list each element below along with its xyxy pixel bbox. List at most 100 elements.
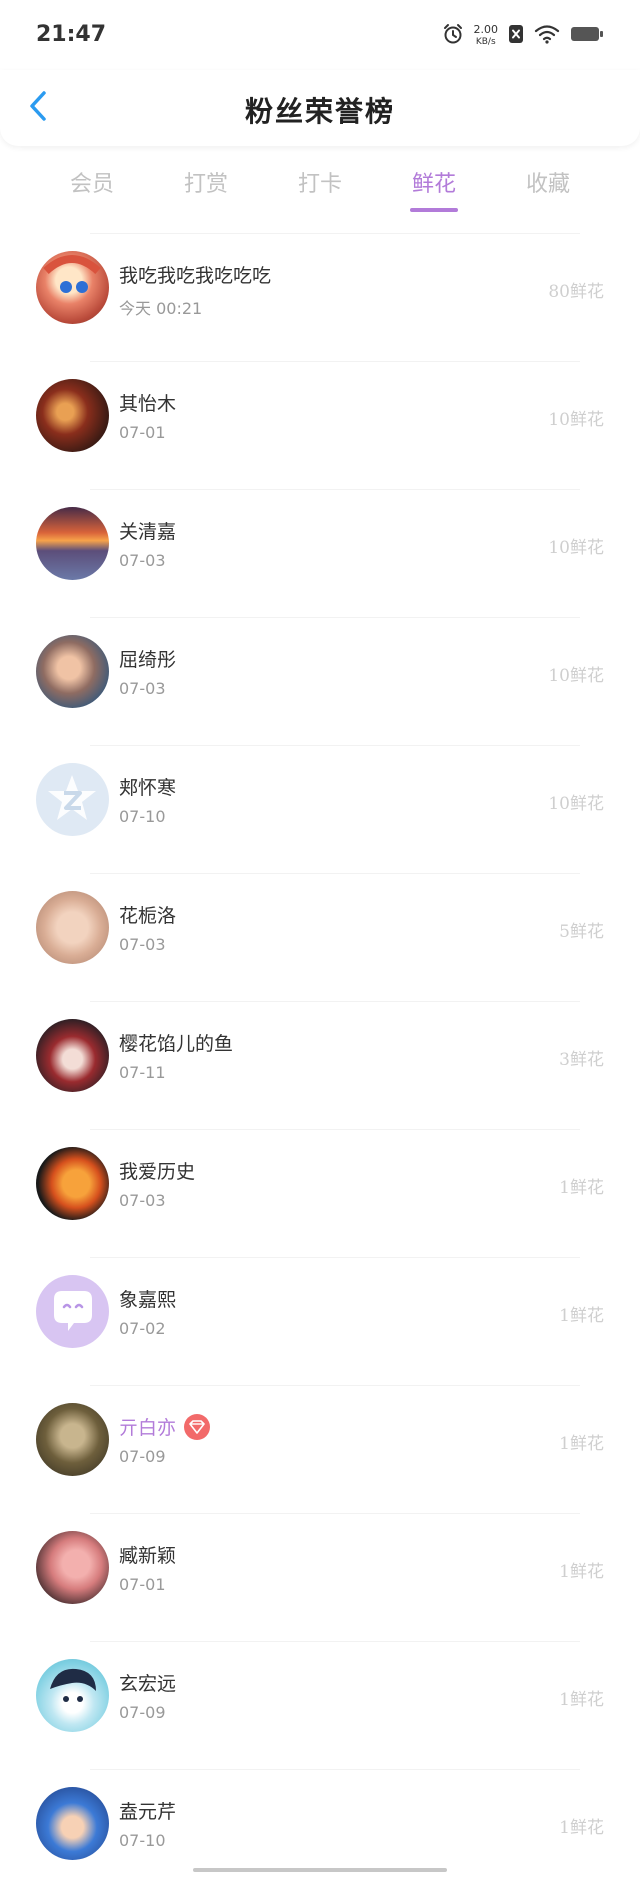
- divider: [90, 1129, 580, 1130]
- divider: [90, 1385, 580, 1386]
- active-tab-indicator: [410, 208, 458, 212]
- close-box-icon: [508, 23, 524, 49]
- avatar: [36, 763, 109, 836]
- list-item[interactable]: 其怡木 07-01 10鲜花: [0, 361, 640, 489]
- flower-count: 10鲜花: [548, 794, 604, 814]
- avatar: [36, 1275, 109, 1348]
- flower-count: 80鲜花: [548, 282, 604, 302]
- list-item[interactable]: 象嘉熙 07-02 1鲜花: [0, 1257, 640, 1385]
- status-time: 21:47: [36, 22, 107, 47]
- divider: [90, 489, 580, 490]
- tab-rewards[interactable]: 打赏: [161, 166, 251, 198]
- net-speed: 2.00 KB/s: [474, 24, 499, 48]
- flower-count: 1鲜花: [559, 1562, 604, 1582]
- flower-count: 10鲜花: [548, 666, 604, 686]
- avatar: [36, 1403, 109, 1476]
- status-bar: 21:47 2.00 KB/s: [0, 0, 640, 70]
- list-item[interactable]: 臧新颖 07-01 1鲜花: [0, 1513, 640, 1641]
- tab-checkin[interactable]: 打卡: [275, 166, 365, 198]
- list-item[interactable]: 我爱历史 07-03 1鲜花: [0, 1129, 640, 1257]
- username: 象嘉熙: [119, 1289, 177, 1311]
- tab-members[interactable]: 会员: [47, 166, 137, 198]
- fan-list: 我吃我吃我吃吃吃 今天 00:21 80鲜花 其怡木 07-01 10鲜花 关清…: [0, 233, 640, 1897]
- divider: [90, 1001, 580, 1002]
- item-date: 07-03: [119, 679, 166, 698]
- list-item[interactable]: 关清嘉 07-03 10鲜花: [0, 489, 640, 617]
- item-date: 07-11: [119, 1063, 166, 1082]
- flower-count: 10鲜花: [548, 538, 604, 558]
- list-item[interactable]: 花栀洛 07-03 5鲜花: [0, 873, 640, 1001]
- list-item[interactable]: 郏怀寒 07-10 10鲜花: [0, 745, 640, 873]
- avatar: [36, 1659, 109, 1732]
- avatar: [36, 379, 109, 452]
- tabs: 会员 打赏 打卡 鲜花 收藏: [0, 160, 640, 220]
- username: 我爱历史: [119, 1161, 196, 1183]
- avatar: [36, 1787, 109, 1860]
- vip-badge-icon: [184, 1413, 211, 1440]
- flower-count: 1鲜花: [559, 1306, 604, 1326]
- username: 关清嘉: [119, 521, 177, 543]
- flower-count: 1鲜花: [559, 1690, 604, 1710]
- username: 臧新颖: [119, 1545, 177, 1567]
- list-item[interactable]: 亓白亦 07-09 1鲜花: [0, 1385, 640, 1513]
- avatar: [36, 1531, 109, 1604]
- item-date: 07-01: [119, 1575, 166, 1594]
- item-date: 07-09: [119, 1703, 166, 1722]
- battery-icon: [570, 25, 604, 47]
- item-date: 07-10: [119, 1831, 166, 1850]
- username: 我吃我吃我吃吃吃: [119, 265, 272, 287]
- divider: [90, 873, 580, 874]
- avatar: [36, 507, 109, 580]
- divider: [90, 1513, 580, 1514]
- divider: [90, 361, 580, 362]
- flower-count: 1鲜花: [559, 1178, 604, 1198]
- item-date: 07-02: [119, 1319, 166, 1338]
- net-speed-value: 2.00: [473, 23, 499, 36]
- wifi-icon: [534, 24, 560, 48]
- divider: [90, 745, 580, 746]
- flower-count: 5鲜花: [559, 922, 604, 942]
- home-indicator[interactable]: [193, 1868, 447, 1872]
- username: 其怡木: [119, 393, 177, 415]
- username: 玄宏远: [119, 1673, 177, 1695]
- list-item[interactable]: 盍元芹 07-10 1鲜花: [0, 1769, 640, 1897]
- divider: [90, 233, 580, 234]
- divider: [90, 1769, 580, 1770]
- item-date: 07-03: [119, 551, 166, 570]
- item-date: 今天 00:21: [119, 299, 203, 318]
- avatar: [36, 1147, 109, 1220]
- flower-count: 10鲜花: [548, 410, 604, 430]
- item-date: 07-10: [119, 807, 166, 826]
- list-item[interactable]: 玄宏远 07-09 1鲜花: [0, 1641, 640, 1769]
- header: 粉丝荣誉榜: [0, 70, 640, 146]
- alarm-icon: [442, 23, 464, 49]
- tab-flowers[interactable]: 鲜花: [389, 166, 479, 198]
- tab-favorites[interactable]: 收藏: [503, 166, 593, 198]
- avatar: [36, 1019, 109, 1092]
- page-title: 粉丝荣誉榜: [244, 95, 395, 128]
- item-date: 07-03: [119, 935, 166, 954]
- flower-count: 1鲜花: [559, 1818, 604, 1838]
- username: 屈绮彤: [119, 649, 177, 671]
- avatar: [36, 251, 109, 324]
- avatar: [36, 891, 109, 964]
- divider: [90, 1257, 580, 1258]
- list-item[interactable]: 屈绮彤 07-03 10鲜花: [0, 617, 640, 745]
- flower-count: 1鲜花: [559, 1434, 604, 1454]
- item-date: 07-09: [119, 1447, 166, 1466]
- username: 郏怀寒: [119, 777, 177, 799]
- status-icons: 2.00 KB/s: [442, 22, 605, 50]
- avatar: [36, 635, 109, 708]
- list-item[interactable]: 我吃我吃我吃吃吃 今天 00:21 80鲜花: [0, 233, 640, 361]
- list-item[interactable]: 樱花馅儿的鱼 07-11 3鲜花: [0, 1001, 640, 1129]
- net-speed-unit: KB/s: [475, 37, 496, 47]
- item-date: 07-01: [119, 423, 166, 442]
- flower-count: 3鲜花: [559, 1050, 604, 1070]
- username: 盍元芹: [119, 1801, 177, 1823]
- username: 樱花馅儿的鱼: [119, 1033, 234, 1055]
- divider: [90, 1641, 580, 1642]
- item-date: 07-03: [119, 1191, 166, 1210]
- divider: [90, 617, 580, 618]
- username: 亓白亦: [119, 1413, 211, 1440]
- username: 花栀洛: [119, 905, 177, 927]
